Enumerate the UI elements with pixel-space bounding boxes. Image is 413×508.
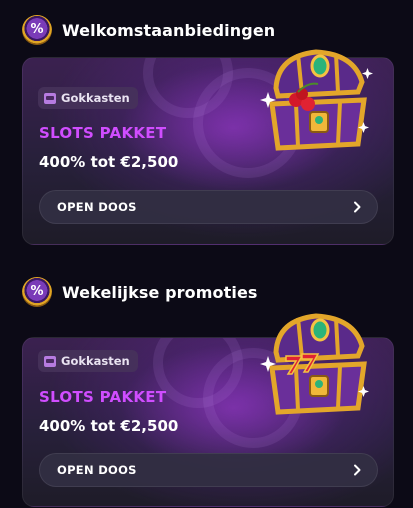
- treasure-chest-cherries-icon: [260, 49, 373, 151]
- offer-text: 400% tot €2,500: [39, 417, 179, 435]
- offer-text: 400% tot €2,500: [39, 153, 179, 171]
- open-box-button-label: OPEN DOOS: [57, 200, 137, 214]
- open-box-button[interactable]: OPEN DOOS: [39, 453, 378, 487]
- chevron-right-icon: [354, 201, 361, 213]
- category-tag: Gokkasten: [38, 87, 138, 109]
- section-header: % Wekelijkse promoties: [22, 276, 258, 308]
- section-title: Wekelijkse promoties: [62, 282, 258, 302]
- section-title: Welkomstaanbiedingen: [62, 20, 276, 40]
- open-box-button[interactable]: OPEN DOOS: [39, 190, 378, 224]
- treasure-chest-sevens-icon: [260, 313, 369, 415]
- offer-kicker: SLOTS PAKKET: [39, 124, 167, 142]
- slot-machine-icon: [44, 92, 56, 104]
- offer-kicker: SLOTS PAKKET: [39, 388, 167, 406]
- open-box-button-label: OPEN DOOS: [57, 463, 137, 477]
- slot-machine-icon: [44, 355, 56, 367]
- category-tag-label: Gokkasten: [61, 91, 130, 105]
- chevron-right-icon: [354, 464, 361, 476]
- percent-badge-icon: %: [22, 15, 52, 45]
- category-tag-label: Gokkasten: [61, 354, 130, 368]
- section-header: % Welkomstaanbiedingen: [22, 14, 275, 46]
- percent-badge-icon: %: [22, 277, 52, 307]
- category-tag: Gokkasten: [38, 350, 138, 372]
